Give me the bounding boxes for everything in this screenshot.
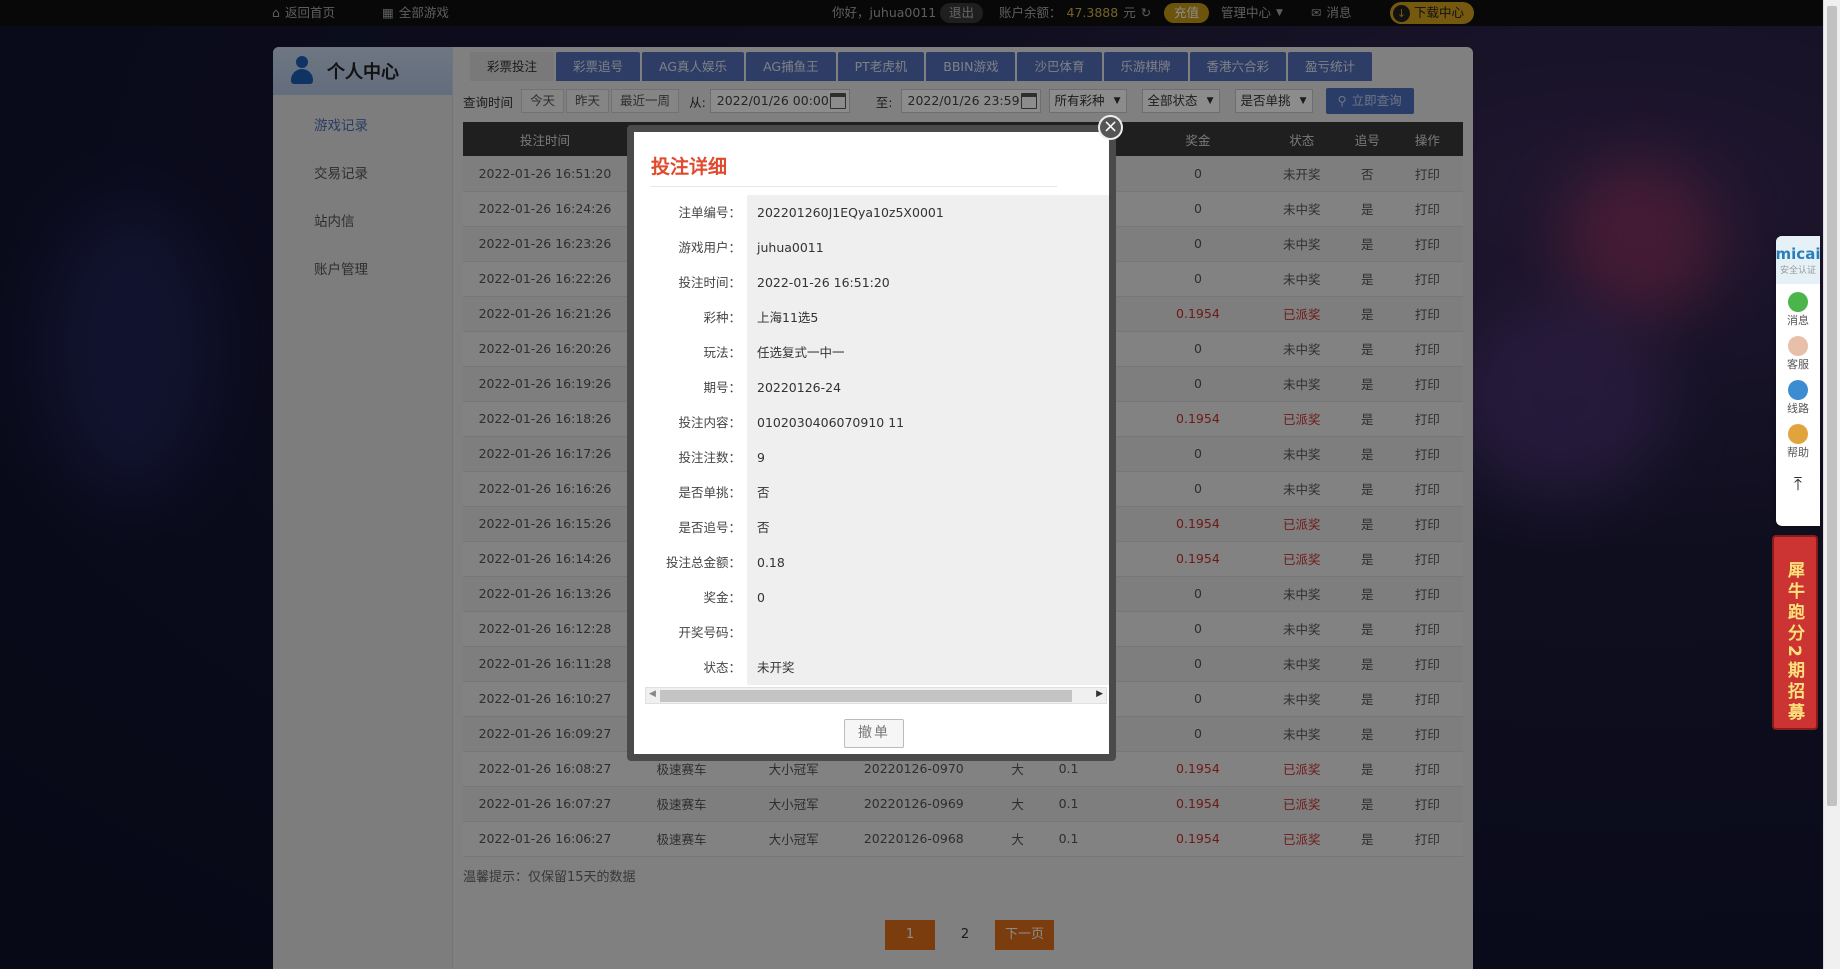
detail-row: 是否单挑： 否 [651, 475, 1109, 510]
detail-row: 玩法： 任选复式一中一 [651, 335, 1109, 370]
float-message[interactable]: 消息 [1787, 292, 1809, 328]
detail-label: 状态： [703, 660, 741, 675]
float-help[interactable]: 帮助 [1787, 424, 1809, 460]
detail-label: 游戏用户： [678, 240, 741, 255]
promo-ribbon[interactable]: 犀牛跑分2期招募 [1772, 535, 1818, 730]
modal-divider [651, 186, 1057, 187]
detail-row: 投注总金额： 0.18 [651, 545, 1109, 580]
detail-value: 0102030406070910 11 [747, 405, 1109, 440]
detail-label: 是否单挑： [678, 485, 741, 500]
detail-label: 投注时间： [678, 275, 741, 290]
float-service[interactable]: 客服 [1787, 336, 1809, 372]
bet-detail-modal: 投注详细 注单编号： 202201260J1EQya10z5X0001 游戏用户： j… [627, 125, 1116, 761]
detail-value: 20220126-24 [747, 370, 1109, 405]
detail-label: 注单编号： [678, 205, 741, 220]
detail-row: 彩种： 上海11选5 [651, 300, 1109, 335]
detail-row: 奖金： 0 [651, 580, 1109, 615]
detail-list: 注单编号： 202201260J1EQya10z5X0001 游戏用户： juhua0… [651, 195, 1109, 743]
arrow-left-icon[interactable]: ◀ [649, 689, 656, 699]
detail-label: 投注总金额： [665, 555, 741, 570]
detail-row: 状态： 未开奖 [651, 650, 1109, 685]
detail-row: 开奖号码： [651, 615, 1109, 650]
detail-value: 未开奖 [747, 650, 1109, 685]
detail-value: 2022-01-26 16:51:20 [747, 265, 1109, 300]
detail-row: 投注注数： 9 [651, 440, 1109, 475]
hscroll-thumb[interactable] [660, 690, 1072, 702]
detail-row: 期号： 20220126-24 [651, 370, 1109, 405]
page-scrollbar[interactable] [1823, 0, 1840, 969]
right-float-bar: micai 安全认证 消息 客服 线路 帮助 ⤒ [1776, 236, 1820, 526]
detail-label: 彩种： [703, 310, 741, 325]
detail-value: 任选复式一中一 [747, 335, 1109, 370]
detail-row: 是否追号： 否 [651, 510, 1109, 545]
scrollbar-thumb[interactable] [1827, 6, 1837, 806]
detail-row: 注单编号： 202201260J1EQya10z5X0001 [651, 195, 1109, 230]
detail-row: 游戏用户： juhua0011 [651, 230, 1109, 265]
cancel-bet-button[interactable]: 撤单 [844, 719, 904, 748]
back-to-top-icon[interactable]: ⤒ [1794, 474, 1802, 495]
detail-value: juhua0011 [747, 230, 1109, 265]
detail-label: 玩法： [703, 345, 741, 360]
detail-value: 0 [747, 580, 1109, 615]
detail-row: 投注时间： 2022-01-26 16:51:20 [651, 265, 1109, 300]
detail-label: 投注注数： [678, 450, 741, 465]
route-icon [1788, 380, 1808, 400]
detail-value: 否 [747, 475, 1109, 510]
detail-value [747, 615, 1109, 650]
detail-label: 期号： [703, 380, 741, 395]
detail-value: 否 [747, 510, 1109, 545]
micai-logo: micai 安全认证 [1776, 236, 1820, 284]
detail-label: 奖金： [703, 590, 741, 605]
detail-value: 上海11选5 [747, 300, 1109, 335]
arrow-right-icon[interactable]: ▶ [1096, 689, 1103, 699]
close-icon[interactable]: × [1098, 115, 1123, 140]
float-route[interactable]: 线路 [1787, 380, 1809, 416]
modal-hscrollbar[interactable]: ◀ ▶ [645, 687, 1107, 704]
detail-label: 是否追号： [678, 520, 741, 535]
chat-icon [1788, 292, 1808, 312]
service-icon [1788, 336, 1808, 356]
detail-label: 投注内容： [678, 415, 741, 430]
help-icon [1788, 424, 1808, 444]
detail-value: 9 [747, 440, 1109, 475]
detail-value: 0.18 [747, 545, 1109, 580]
modal-title: 投注详细 [651, 156, 728, 178]
detail-label: 开奖号码： [678, 625, 741, 640]
detail-row: 投注内容： 0102030406070910 11 [651, 405, 1109, 440]
detail-value: 202201260J1EQya10z5X0001 [747, 195, 1109, 230]
